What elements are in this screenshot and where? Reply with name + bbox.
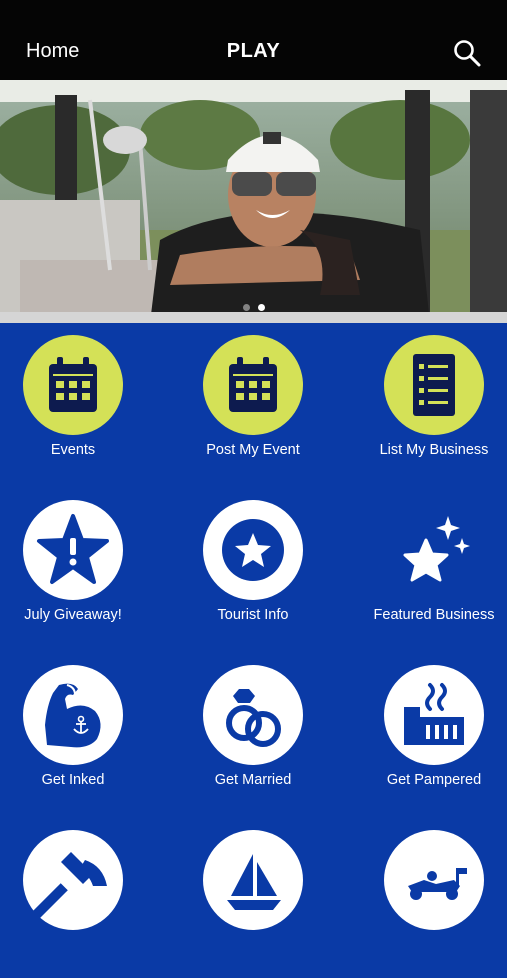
star-badge-icon xyxy=(203,500,303,600)
tile-get-pampered[interactable]: Get Pampered xyxy=(350,653,507,813)
tile-label: Get Inked xyxy=(41,772,105,788)
hero-photo xyxy=(0,80,507,323)
tile-label: Get Married xyxy=(214,772,292,788)
tile-label: July Giveaway! xyxy=(24,607,122,623)
sparkle-stars-icon xyxy=(384,500,484,600)
calendar-icon xyxy=(23,335,123,435)
tile-label: Get Pampered xyxy=(386,772,482,788)
tile-featured-business[interactable]: Featured Business xyxy=(350,488,507,648)
carousel-dot-active[interactable] xyxy=(257,304,265,311)
go-kart-icon xyxy=(384,830,484,930)
tile-go-kart[interactable] xyxy=(350,818,507,978)
carousel-dot[interactable] xyxy=(242,304,250,311)
tile-label: Featured Business xyxy=(373,607,495,623)
carousel-indicator[interactable] xyxy=(0,298,507,316)
tile-sailing[interactable] xyxy=(169,818,337,978)
list-document-icon xyxy=(384,335,484,435)
tile-label: Events xyxy=(50,442,96,458)
tile-axe[interactable] xyxy=(0,818,157,978)
rings-icon xyxy=(203,665,303,765)
calendar-icon xyxy=(203,335,303,435)
tile-tourist-info[interactable]: Tourist Info xyxy=(169,488,337,648)
tile-label: Post My Event xyxy=(206,442,300,458)
tile-label: List My Business xyxy=(379,442,489,458)
page-title: PLAY xyxy=(226,40,281,62)
search-icon[interactable] xyxy=(452,38,482,68)
tile-get-inked[interactable]: Get Inked xyxy=(0,653,157,813)
tile-post-my-event[interactable]: Post My Event xyxy=(169,323,337,483)
tile-get-married[interactable]: Get Married xyxy=(169,653,337,813)
tile-list-my-business[interactable]: List My Business xyxy=(350,323,507,483)
star-alert-icon xyxy=(23,500,123,600)
tile-july-giveaway[interactable]: July Giveaway! xyxy=(0,488,157,648)
tile-events[interactable]: Events xyxy=(0,323,157,483)
sauna-icon xyxy=(384,665,484,765)
tattoo-arm-icon xyxy=(23,665,123,765)
hero-image[interactable] xyxy=(0,80,507,323)
axe-icon xyxy=(23,830,123,930)
menu-grid: Events Post My Event List My Business Ju… xyxy=(0,323,507,930)
top-nav-bar: Home PLAY xyxy=(0,0,507,80)
tile-label: Tourist Info xyxy=(217,607,289,623)
sailboat-icon xyxy=(203,830,303,930)
